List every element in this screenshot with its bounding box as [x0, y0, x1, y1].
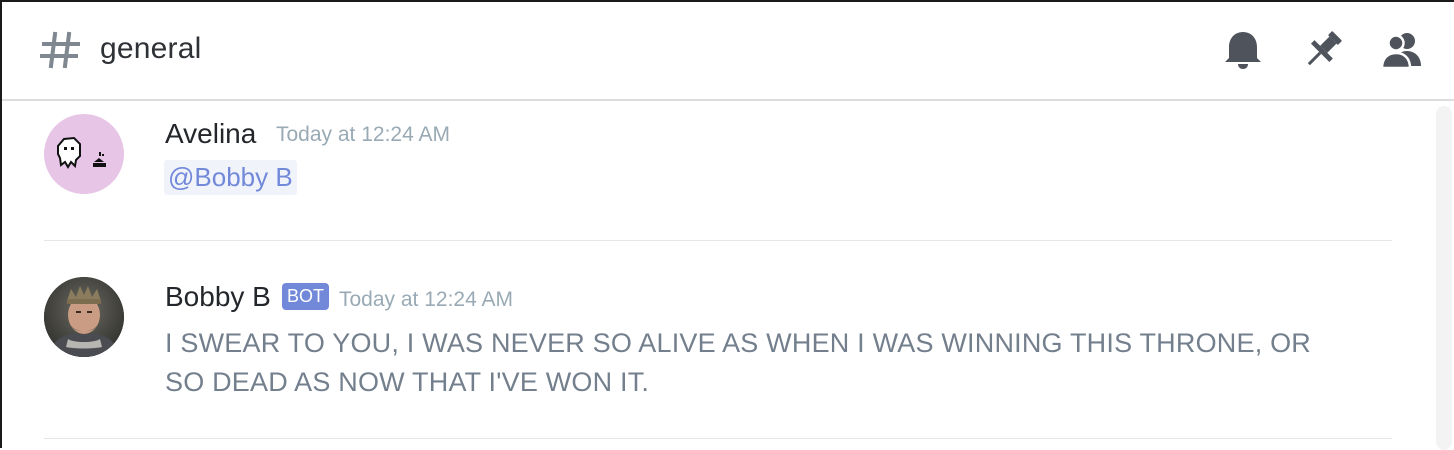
bell-icon[interactable]: [1221, 28, 1265, 72]
pixel-ghost-icon: [57, 136, 106, 169]
author-name[interactable]: Avelina: [165, 118, 256, 150]
message-text: I SWEAR TO YOU, I WAS NEVER SO ALIVE AS …: [165, 328, 1311, 397]
user-mention[interactable]: @Bobby B: [164, 160, 297, 195]
scrollbar[interactable]: [1436, 106, 1452, 450]
message-list: Avelina Today at 12:24 AM @Bobby B Bobby…: [2, 101, 1432, 450]
channel-header: general: [2, 2, 1454, 101]
message-timestamp: Today at 12:24 AM: [339, 288, 513, 311]
avatar-bobby-b[interactable]: [44, 277, 124, 357]
bot-tag: BOT: [282, 283, 330, 310]
message-item: Bobby B BOT Today at 12:24 AM I SWEAR TO…: [2, 241, 1432, 441]
pin-icon[interactable]: [1301, 28, 1345, 72]
members-icon[interactable]: [1380, 28, 1424, 72]
author-name[interactable]: Bobby B: [165, 281, 271, 313]
message-divider: [44, 438, 1392, 439]
message-timestamp: Today at 12:24 AM: [276, 123, 450, 146]
channel-name: general: [100, 32, 202, 65]
hash-icon: [40, 31, 80, 69]
app-window: general Avelina Today at 12:24 AM @Bobby…: [0, 0, 1454, 450]
avatar-avelina[interactable]: [44, 114, 124, 194]
message-item: Avelina Today at 12:24 AM @Bobby B: [2, 101, 1432, 241]
king-portrait-image: [44, 277, 124, 357]
